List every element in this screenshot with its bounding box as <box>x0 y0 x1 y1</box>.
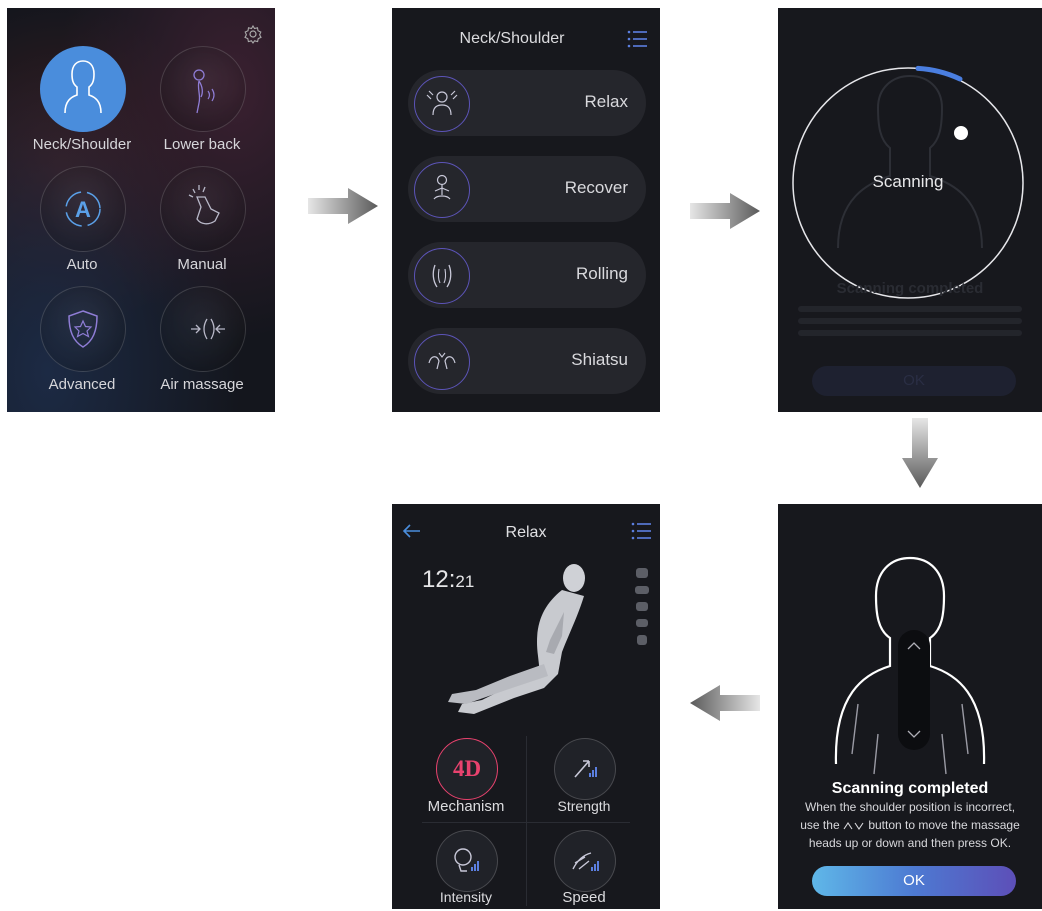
advanced-button[interactable] <box>40 286 126 372</box>
advanced-label: Advanced <box>48 376 116 393</box>
main-menu-screen: Neck/Shoulder Lower back A Auto Manual A… <box>7 8 275 412</box>
program-title: Relax <box>505 524 547 541</box>
scan-progress-ring <box>792 65 1024 299</box>
mechanism-4d-button[interactable]: 4D <box>436 738 498 800</box>
program-running-screen: Relax 12:21 4D Mechanism Strength Intens… <box>392 504 660 909</box>
air-massage-icon <box>191 318 225 340</box>
neck-shoulder-label: Neck/Shoulder <box>32 136 132 153</box>
scan-complete-screen: Scanning completed When the shoulder pos… <box>778 504 1042 909</box>
message-line2-pre: use the <box>800 818 840 832</box>
page-title: Neck/Shoulder <box>459 30 565 47</box>
recover-icon <box>414 162 470 218</box>
program-label: Rolling <box>576 264 628 283</box>
program-list-screen: Neck/Shoulder Relax Recover Rolling Shia… <box>392 8 660 412</box>
zone-waist-icon[interactable] <box>636 619 648 627</box>
program-label: Shiatsu <box>571 350 628 369</box>
intensity-button[interactable] <box>436 830 498 892</box>
program-item-rolling[interactable]: Rolling <box>408 242 646 308</box>
flow-arrow-left-icon <box>690 685 760 721</box>
rolling-icon <box>414 248 470 304</box>
zone-shoulder-icon[interactable] <box>635 586 649 594</box>
neck-shoulder-button[interactable] <box>40 46 126 132</box>
advanced-shield-icon <box>68 310 98 348</box>
strength-label: Strength <box>557 798 611 814</box>
speed-label: Speed <box>562 889 606 906</box>
mechanism-4d-badge: 4D <box>452 756 482 781</box>
svg-text:A: A <box>75 197 91 222</box>
intensity-label: Intensity <box>439 889 493 905</box>
manual-label: Manual <box>177 256 227 273</box>
relax-icon <box>414 76 470 132</box>
flow-arrow-right-icon <box>690 193 760 229</box>
lower-back-icon <box>193 69 215 114</box>
manual-button[interactable] <box>160 166 246 252</box>
lower-back-label: Lower back <box>163 136 241 153</box>
manual-icon <box>188 185 220 225</box>
auto-icon: A <box>65 191 101 227</box>
controls-divider-v <box>526 736 527 906</box>
chevron-down-icon[interactable] <box>906 728 922 740</box>
shiatsu-icon <box>414 334 470 390</box>
faded-scanning-title: Scanning completed <box>836 280 984 297</box>
position-adjust-slider[interactable] <box>898 630 930 750</box>
flow-arrow-right-icon <box>308 188 378 224</box>
scan-message-line2: use the button to move the massage <box>778 818 1042 832</box>
auto-button[interactable]: A <box>40 166 126 252</box>
mechanism-label: Mechanism <box>427 798 505 815</box>
program-item-relax[interactable]: Relax <box>408 70 646 136</box>
zone-head-icon[interactable] <box>636 568 648 578</box>
neck-shoulder-icon <box>64 60 102 114</box>
faded-message-lines <box>798 300 1022 342</box>
program-label: Recover <box>564 178 628 197</box>
intensity-icon <box>454 848 479 872</box>
message-line2-post: button to move the massage <box>868 818 1020 832</box>
faded-ok-button: OK <box>812 366 1016 396</box>
air-massage-button[interactable] <box>160 286 246 372</box>
program-label: Relax <box>584 92 628 111</box>
list-menu-icon[interactable] <box>626 28 648 50</box>
chevron-up-icon[interactable] <box>906 640 922 652</box>
scan-complete-title: Scanning completed <box>831 780 989 797</box>
auto-label: Auto <box>66 256 98 273</box>
scan-message-line1: When the shoulder position is incorrect, <box>804 800 1016 814</box>
speed-icon <box>572 852 599 871</box>
program-item-shiatsu[interactable]: Shiatsu <box>408 328 646 394</box>
reclined-body-figure <box>448 564 585 714</box>
flow-arrow-down-icon <box>902 418 938 488</box>
strength-button[interactable] <box>554 738 616 800</box>
scanning-status: Scanning <box>872 172 944 191</box>
up-down-chevrons-icon <box>843 821 864 830</box>
controls-divider-h <box>422 822 630 823</box>
air-massage-label: Air massage <box>160 376 244 393</box>
lower-back-button[interactable] <box>160 46 246 132</box>
body-zone-indicators <box>632 568 652 653</box>
list-menu-icon[interactable] <box>630 520 652 542</box>
program-item-recover[interactable]: Recover <box>408 156 646 222</box>
ok-button[interactable]: OK <box>812 866 1016 896</box>
zone-legs-icon[interactable] <box>637 635 647 645</box>
scanning-screen: Scanning Scanning completed OK <box>778 8 1042 412</box>
scan-message-line3: heads up or down and then press OK. <box>808 836 1012 850</box>
speed-button[interactable] <box>554 830 616 892</box>
strength-icon <box>574 760 597 778</box>
zone-back-icon[interactable] <box>636 602 648 611</box>
settings-gear-icon[interactable] <box>243 24 263 44</box>
